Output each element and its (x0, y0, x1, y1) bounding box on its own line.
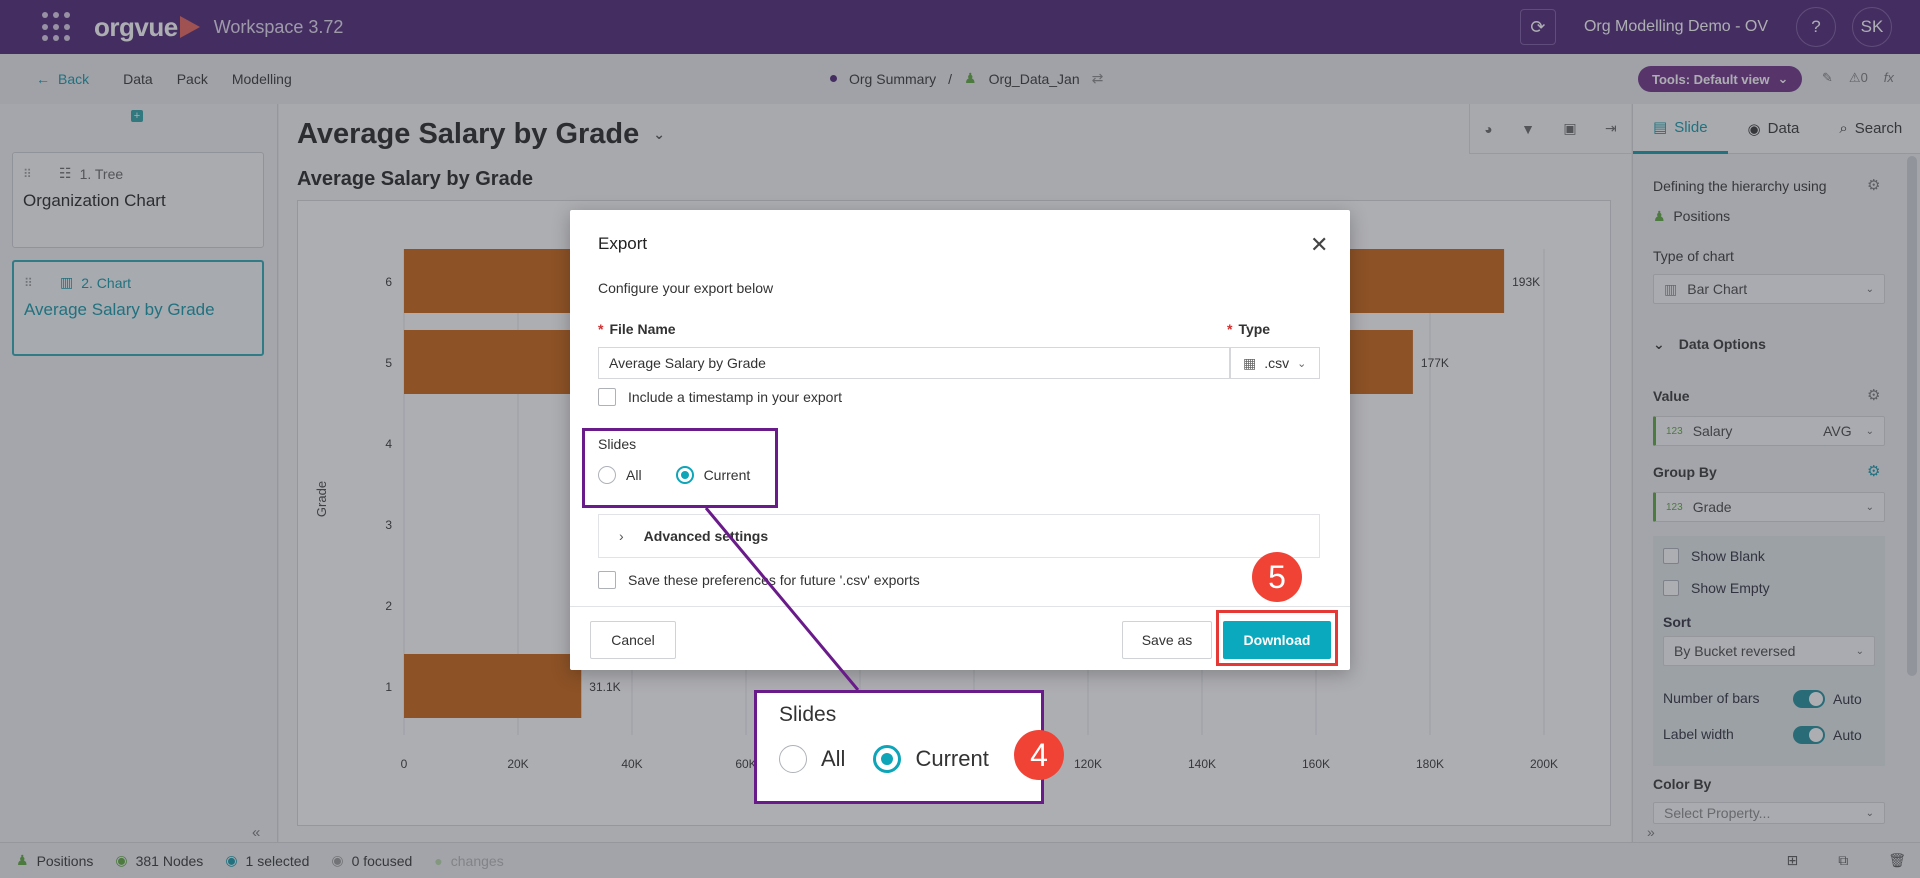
dialog-title: Export (598, 234, 648, 253)
chevron-down-icon: ⌄ (1297, 357, 1307, 370)
cancel-button[interactable]: Cancel (590, 621, 676, 659)
save-as-button[interactable]: Save as (1122, 621, 1212, 659)
save-prefs-checkbox[interactable] (598, 571, 616, 589)
zoom-all-radio (779, 745, 807, 773)
step-badge-4: 4 (1014, 730, 1064, 780)
zoom-slides-title: Slides (779, 703, 837, 726)
advanced-settings-toggle[interactable]: › Advanced settings (598, 514, 1320, 558)
save-prefs-row[interactable]: Save these preferences for future '.csv'… (598, 571, 920, 589)
type-select[interactable]: ▦ .csv ⌄ (1230, 347, 1320, 379)
type-value: .csv (1264, 355, 1290, 371)
type-label-text: Type (1238, 321, 1271, 337)
close-icon[interactable]: ✕ (1310, 232, 1328, 258)
step-badge-5: 5 (1252, 552, 1302, 602)
timestamp-checkbox[interactable] (598, 388, 616, 406)
zoom-current-radio (873, 745, 902, 773)
save-prefs-label: Save these preferences for future '.csv'… (628, 572, 920, 588)
timestamp-label: Include a timestamp in your export (628, 389, 842, 405)
type-label: * Type (1227, 321, 1271, 337)
file-name-label: * File Name (598, 321, 676, 337)
zoomed-slides-callout: Slides All Current (754, 690, 1044, 804)
zoom-current-label: Current (915, 746, 989, 771)
advanced-settings-label: Advanced settings (643, 528, 769, 544)
file-name-input[interactable]: Average Salary by Grade (598, 347, 1230, 379)
table-icon: ▦ (1243, 354, 1257, 371)
download-highlight-box (1216, 610, 1338, 666)
zoom-all-label: All (821, 746, 846, 771)
chevron-right-icon: › (619, 528, 624, 544)
dialog-subtitle: Configure your export below (598, 280, 774, 296)
slides-highlight-box (582, 428, 778, 508)
file-name-label-text: File Name (609, 321, 676, 337)
timestamp-row[interactable]: Include a timestamp in your export (598, 388, 842, 406)
